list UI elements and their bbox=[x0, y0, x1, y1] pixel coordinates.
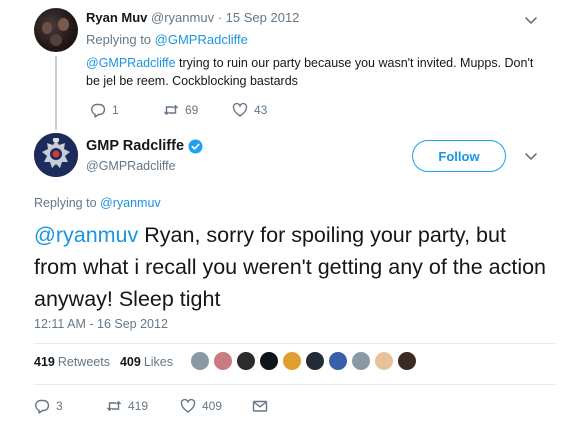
retweet-icon bbox=[163, 105, 179, 115]
reply-count: 1 bbox=[112, 103, 119, 117]
like-button[interactable]: 43 bbox=[232, 102, 267, 118]
retweets-stat[interactable]: 419 Retweets bbox=[34, 355, 110, 369]
reply-separator: · bbox=[217, 10, 223, 25]
retweet-count: 69 bbox=[185, 103, 199, 117]
retweet-button[interactable]: 419 bbox=[106, 398, 148, 414]
chevron-down-icon[interactable] bbox=[524, 150, 538, 164]
reply-button[interactable]: 3 bbox=[34, 398, 63, 414]
blonde-avatar[interactable] bbox=[374, 351, 394, 371]
reply-header: Ryan Muv @ryanmuv · 15 Sep 2012 bbox=[86, 10, 299, 25]
likes-stat-count: 409 bbox=[119, 355, 141, 369]
main-replying-to: Replying to @ryanmuv bbox=[34, 196, 161, 210]
like-button[interactable]: 409 bbox=[180, 398, 222, 414]
main-tweet-text: @ryanmuv Ryan, sorry for spoiling your p… bbox=[34, 219, 554, 315]
heart-icon bbox=[180, 398, 196, 413]
main-author: GMP Radcliffe bbox=[86, 138, 203, 154]
bearded-avatar[interactable] bbox=[397, 351, 417, 371]
retweet-icon bbox=[106, 401, 122, 411]
retweets-stat-count: 419 bbox=[34, 355, 55, 369]
main-avatar[interactable] bbox=[34, 133, 78, 177]
reply-replying-to: Replying to @GMPRadcliffe bbox=[86, 32, 248, 47]
police-badge-icon bbox=[34, 133, 78, 177]
retweet-button[interactable]: 69 bbox=[163, 102, 198, 118]
tweet-stats: 419 Retweets 409 Likes bbox=[34, 355, 173, 369]
dark-avatar[interactable] bbox=[305, 351, 325, 371]
main-author-handle[interactable]: @GMPRadcliffe bbox=[86, 159, 176, 173]
retweets-stat-label: Retweets bbox=[57, 355, 110, 369]
likes-stat[interactable]: 409 Likes bbox=[120, 355, 173, 369]
reply-date[interactable]: 15 Sep 2012 bbox=[226, 10, 300, 25]
default-egg-avatar[interactable] bbox=[351, 351, 371, 371]
retweet-count: 419 bbox=[128, 399, 149, 413]
main-author-name[interactable]: GMP Radcliffe bbox=[86, 138, 184, 154]
reply-author-name[interactable]: Ryan Muv bbox=[86, 10, 147, 25]
follow-button[interactable]: Follow bbox=[412, 140, 506, 172]
reply-icon bbox=[35, 399, 50, 414]
direct-message-button[interactable] bbox=[252, 398, 268, 414]
woman-avatar[interactable] bbox=[213, 351, 233, 371]
replying-to-link[interactable]: @GMPRadcliffe bbox=[155, 32, 248, 47]
likes-stat-label: Likes bbox=[143, 355, 174, 369]
dark-avatar[interactable] bbox=[236, 351, 256, 371]
heart-icon bbox=[232, 102, 248, 117]
divider bbox=[34, 384, 556, 385]
liker-avatars bbox=[190, 351, 420, 371]
divider bbox=[34, 343, 556, 344]
colorful-avatar[interactable] bbox=[282, 351, 302, 371]
replying-to-label: Replying to bbox=[86, 32, 152, 47]
like-count: 43 bbox=[254, 103, 268, 117]
main-mention-link[interactable]: @ryanmuv bbox=[34, 223, 138, 247]
reply-avatar[interactable] bbox=[34, 8, 78, 52]
reply-count: 3 bbox=[56, 399, 63, 413]
envelope-icon bbox=[252, 400, 268, 412]
chevron-down-icon[interactable] bbox=[524, 14, 538, 28]
default-egg-avatar[interactable] bbox=[190, 351, 210, 371]
reply-icon bbox=[91, 103, 106, 118]
replying-to-link[interactable]: @ryanmuv bbox=[100, 196, 161, 210]
reply-mention-link[interactable]: @GMPRadcliffe bbox=[86, 56, 176, 70]
badge-avatar[interactable] bbox=[328, 351, 348, 371]
reply-author-handle[interactable]: @ryanmuv bbox=[151, 10, 214, 25]
like-count: 409 bbox=[202, 399, 223, 413]
replying-to-label: Replying to bbox=[34, 196, 97, 210]
reply-button[interactable]: 1 bbox=[90, 102, 119, 118]
thread-line bbox=[55, 56, 57, 130]
verified-badge-icon bbox=[188, 138, 203, 154]
black-avatar[interactable] bbox=[259, 351, 279, 371]
tweet-timestamp[interactable]: 12:11 AM - 16 Sep 2012 bbox=[34, 317, 168, 331]
reply-text: @GMPRadcliffe trying to ruin our party b… bbox=[86, 54, 546, 90]
